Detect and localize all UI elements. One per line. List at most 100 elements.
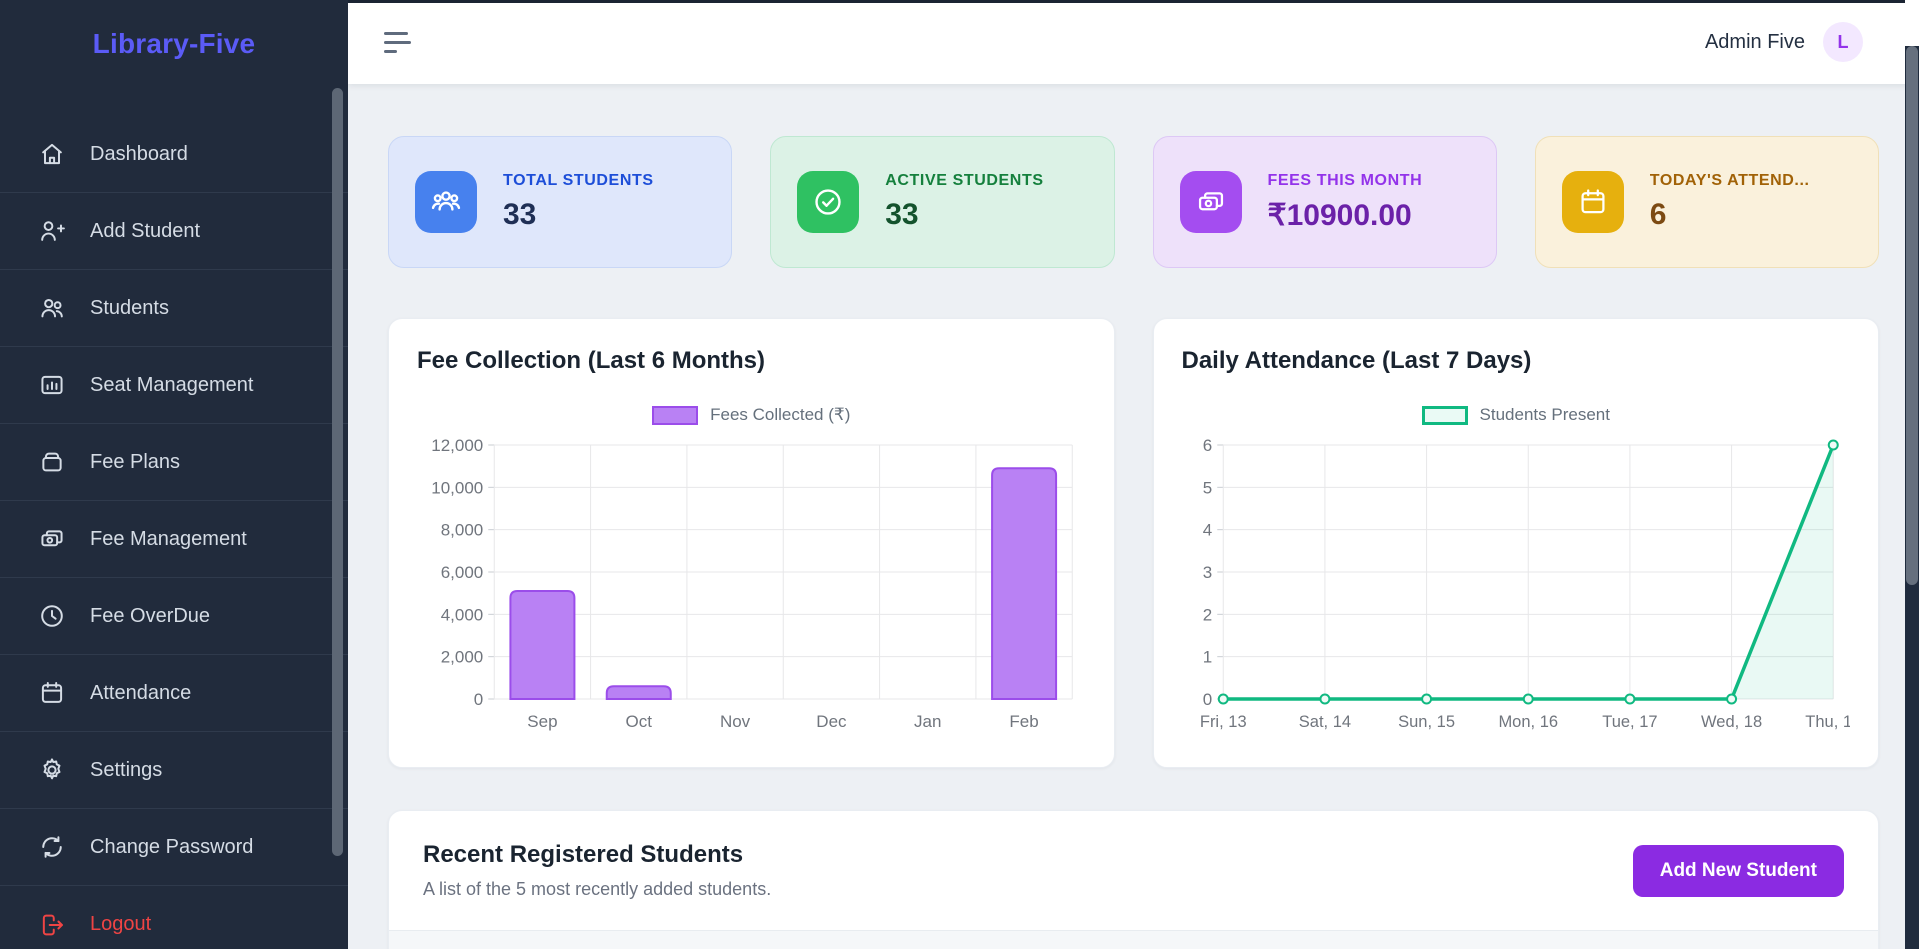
main-scrollbar-thumb[interactable] [1906, 46, 1918, 585]
window-top-edge [348, 0, 1919, 3]
calendar-icon [1562, 171, 1624, 233]
stat-label: TOTAL STUDENTS [503, 172, 654, 190]
sidebar-item-add-student[interactable]: Add Student [0, 193, 348, 270]
home-icon [38, 140, 66, 168]
fee-collection-card: Fee Collection (Last 6 Months) Fees Coll… [388, 318, 1115, 768]
stat-card-fees-this-month: FEES THIS MONTH ₹10900.00 [1153, 136, 1497, 268]
gear-icon [38, 756, 66, 784]
main-area: Admin Five L TOTAL STUDENTS 33 ACTIVE STUD… [348, 0, 1919, 949]
stat-value: ₹10900.00 [1268, 198, 1423, 233]
fee-chart-title: Fee Collection (Last 6 Months) [417, 347, 1086, 375]
svg-text:Fri, 13: Fri, 13 [1199, 713, 1246, 731]
cash-icon [1180, 171, 1242, 233]
svg-text:1: 1 [1202, 648, 1211, 667]
user-name: Admin Five [1705, 31, 1805, 54]
students-group-icon [415, 171, 477, 233]
sidebar-item-fee-plans[interactable]: Fee Plans [0, 424, 348, 501]
sidebar-item-label: Change Password [90, 836, 253, 859]
seat-chart-icon [38, 371, 66, 399]
svg-text:Sun, 15: Sun, 15 [1398, 713, 1455, 731]
sidebar-item-attendance[interactable]: Attendance [0, 655, 348, 732]
svg-text:Wed, 18: Wed, 18 [1701, 713, 1762, 731]
sidebar-item-label: Seat Management [90, 374, 253, 397]
svg-text:3: 3 [1202, 563, 1211, 582]
svg-text:12,000: 12,000 [431, 437, 483, 455]
main-scrollbar-track-top [1905, 0, 1919, 46]
sidebar-item-label: Students [90, 297, 169, 320]
calendar-icon [38, 679, 66, 707]
topbar: Admin Five L [348, 0, 1919, 84]
svg-text:4,000: 4,000 [441, 605, 484, 624]
svg-text:Oct: Oct [626, 712, 653, 731]
avatar[interactable]: L [1823, 22, 1863, 62]
svg-text:5: 5 [1202, 478, 1211, 497]
table-header-sliver [389, 930, 1878, 949]
app-root: Library-Five Dashboard Add Student Student… [0, 0, 1919, 949]
check-circle-icon [797, 171, 859, 233]
sidebar-item-label: Fee OverDue [90, 605, 210, 628]
svg-text:Sep: Sep [527, 712, 557, 731]
sidebar-item-label: Add Student [90, 220, 200, 243]
sidebar-item-dashboard[interactable]: Dashboard [0, 116, 348, 193]
sidebar-scrollbar-thumb[interactable] [332, 88, 343, 856]
sidebar-item-fee-management[interactable]: Fee Management [0, 501, 348, 578]
svg-text:Nov: Nov [720, 712, 751, 731]
svg-text:Sat, 14: Sat, 14 [1298, 713, 1350, 731]
fee-collection-bar-chart: 0 2,000 4,000 6,000 8,000 10,000 12,000 Sep Oct N… [417, 437, 1086, 737]
svg-text:6,000: 6,000 [441, 563, 484, 582]
svg-text:Feb: Feb [1009, 712, 1038, 731]
app-logo: Library-Five [0, 0, 348, 70]
recent-students-title: Recent Registered Students [423, 841, 771, 869]
svg-text:Thu, 19: Thu, 19 [1805, 713, 1850, 731]
briefcase-icon [38, 448, 66, 476]
sidebar-nav: Dashboard Add Student Students Seat Managem… [0, 116, 348, 949]
attendance-chart-title: Daily Attendance (Last 7 Days) [1182, 347, 1851, 375]
stat-value: 6 [1650, 198, 1810, 232]
sidebar-item-fee-overdue[interactable]: Fee OverDue [0, 578, 348, 655]
legend-swatch [652, 406, 698, 425]
svg-text:2,000: 2,000 [441, 648, 484, 667]
svg-text:Dec: Dec [816, 712, 847, 731]
sidebar-item-settings[interactable]: Settings [0, 732, 348, 809]
dashboard-content: TOTAL STUDENTS 33 ACTIVE STUDENTS 33 FEES TH… [348, 84, 1919, 949]
charts-row: Fee Collection (Last 6 Months) Fees Coll… [388, 318, 1879, 768]
sidebar-item-label: Attendance [90, 682, 191, 705]
menu-icon[interactable] [378, 26, 417, 59]
svg-text:8,000: 8,000 [441, 521, 484, 540]
sidebar-item-logout[interactable]: Logout [0, 886, 348, 949]
stat-card-total-students: TOTAL STUDENTS 33 [388, 136, 732, 268]
user-plus-icon [38, 217, 66, 245]
legend-label: Fees Collected (₹) [710, 405, 850, 425]
svg-text:0: 0 [474, 690, 483, 709]
cash-icon [38, 525, 66, 553]
sidebar: Library-Five Dashboard Add Student Student… [0, 0, 348, 949]
recent-students-subtitle: A list of the 5 most recently added stud… [423, 879, 771, 900]
svg-text:0: 0 [1202, 690, 1211, 709]
main-scrollbar[interactable] [1905, 0, 1919, 949]
stat-cards-row: TOTAL STUDENTS 33 ACTIVE STUDENTS 33 FEES TH… [388, 136, 1879, 268]
rotate-icon [38, 833, 66, 861]
stat-card-today-s-attend: TODAY'S ATTEND... 6 [1535, 136, 1879, 268]
sidebar-item-label: Fee Management [90, 528, 247, 551]
stat-label: TODAY'S ATTEND... [1650, 172, 1810, 190]
legend-swatch [1422, 406, 1468, 425]
clock-icon [38, 602, 66, 630]
daily-attendance-line-chart: 0123456Fri, 13Sat, 14Sun, 15Mon, 16Tue, … [1182, 437, 1851, 737]
svg-text:2: 2 [1202, 605, 1211, 624]
stat-label: ACTIVE STUDENTS [885, 172, 1043, 190]
sidebar-item-change-password[interactable]: Change Password [0, 809, 348, 886]
daily-attendance-card: Daily Attendance (Last 7 Days) Students … [1153, 318, 1880, 768]
svg-text:10,000: 10,000 [431, 478, 483, 497]
add-new-student-button[interactable]: Add New Student [1633, 845, 1844, 897]
stat-label: FEES THIS MONTH [1268, 172, 1423, 190]
sidebar-item-seat-management[interactable]: Seat Management [0, 347, 348, 424]
sidebar-item-label: Dashboard [90, 143, 188, 166]
svg-text:Jan: Jan [914, 712, 941, 731]
user-menu[interactable]: Admin Five L [1705, 22, 1863, 62]
legend-label: Students Present [1480, 405, 1610, 425]
attendance-chart-legend[interactable]: Students Present [1182, 405, 1851, 425]
sidebar-item-students[interactable]: Students [0, 270, 348, 347]
stat-value: 33 [503, 198, 654, 232]
fee-chart-legend[interactable]: Fees Collected (₹) [417, 405, 1086, 425]
svg-text:4: 4 [1202, 521, 1211, 540]
